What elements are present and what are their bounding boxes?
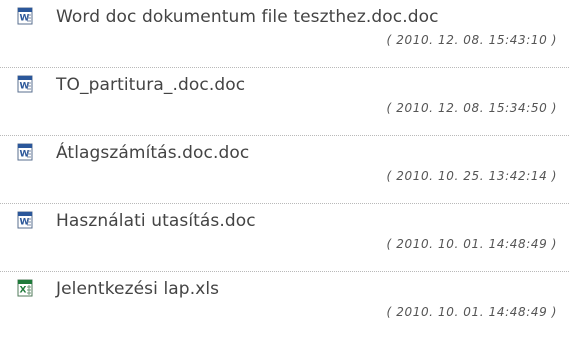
file-list-item[interactable]: W Használati utasítás.doc ( 2010. 10. 01…: [0, 204, 569, 272]
file-name-link[interactable]: Jelentkezési lap.xls: [56, 278, 219, 300]
file-list-item[interactable]: W Átlagszámítás.doc.doc ( 2010. 10. 25. …: [0, 136, 569, 204]
file-list-item[interactable]: X Jelentkezési lap.xls ( 2010. 10. 01. 1…: [0, 272, 569, 340]
file-timestamp: ( 2010. 10. 01. 14:48:49 ): [386, 237, 557, 251]
svg-text:X: X: [20, 286, 27, 296]
word-doc-icon[interactable]: W: [16, 75, 34, 93]
file-list-item[interactable]: W Word doc dokumentum file teszthez.doc.…: [0, 0, 569, 68]
file-name-link[interactable]: Átlagszámítás.doc.doc: [56, 142, 249, 164]
file-name-link[interactable]: Használati utasítás.doc: [56, 210, 256, 232]
file-timestamp: ( 2010. 12. 08. 15:43:10 ): [386, 33, 557, 47]
word-doc-icon[interactable]: W: [16, 211, 34, 229]
file-name-link[interactable]: TO_partitura_.doc.doc: [56, 74, 245, 96]
file-list-item[interactable]: W TO_partitura_.doc.doc ( 2010. 12. 08. …: [0, 68, 569, 136]
excel-xls-icon[interactable]: X: [16, 279, 34, 297]
file-list: W Word doc dokumentum file teszthez.doc.…: [0, 0, 569, 342]
file-name-link[interactable]: Word doc dokumentum file teszthez.doc.do…: [56, 6, 439, 28]
file-timestamp: ( 2010. 10. 01. 14:48:49 ): [386, 305, 557, 319]
word-doc-icon[interactable]: W: [16, 7, 34, 25]
file-timestamp: ( 2010. 10. 25. 13:42:14 ): [386, 169, 557, 183]
word-doc-icon[interactable]: W: [16, 143, 34, 161]
file-timestamp: ( 2010. 12. 08. 15:34:50 ): [386, 101, 557, 115]
